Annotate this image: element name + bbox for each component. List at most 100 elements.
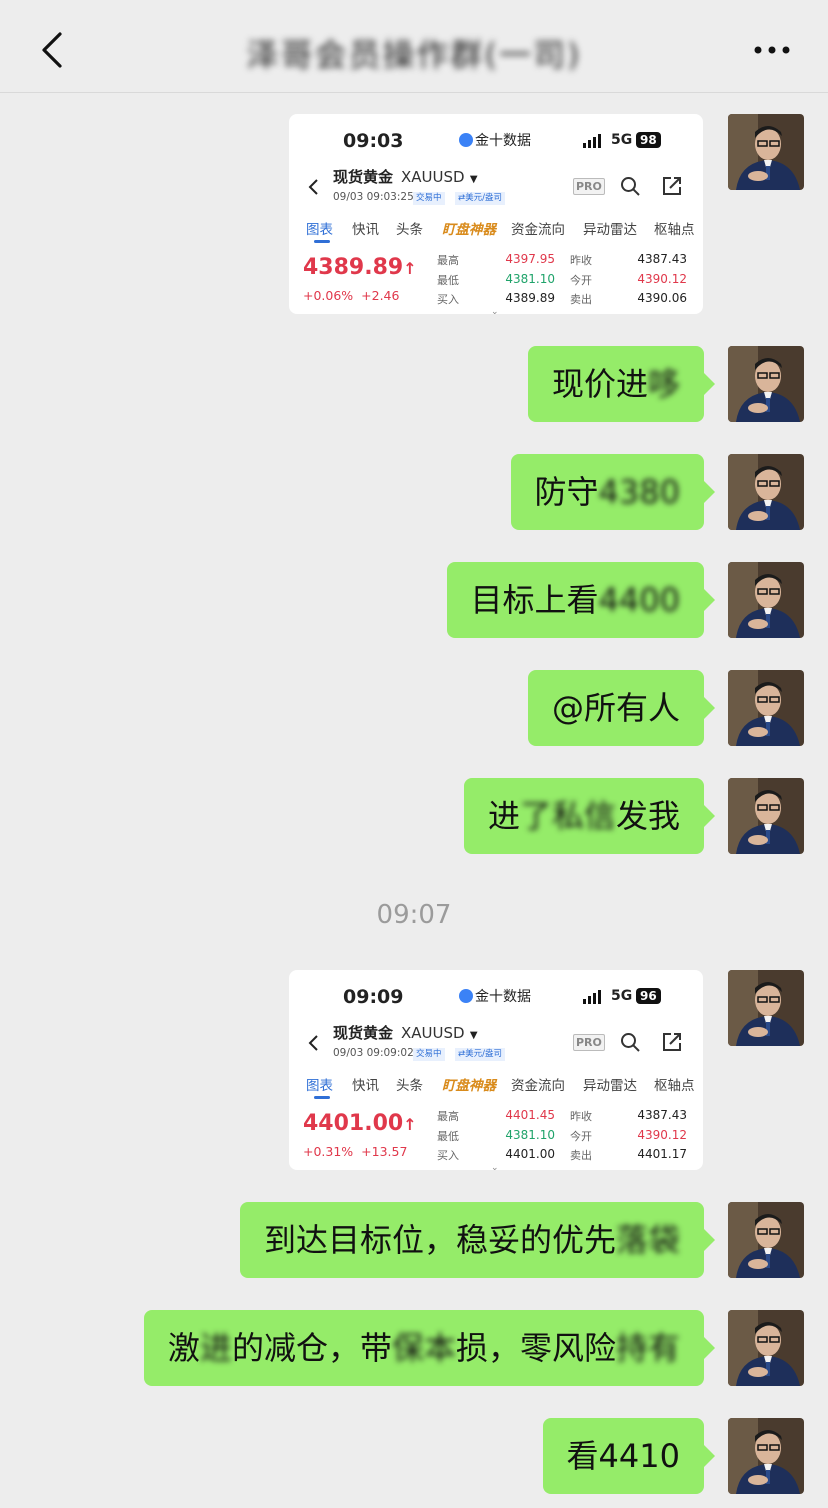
search-icon (621, 1033, 640, 1052)
message-bubble[interactable]: @所有人 (527, 670, 716, 746)
quote-datetime: 09/03 09:09:02 (333, 1047, 414, 1059)
signal-icon (583, 990, 601, 1004)
up-arrow-icon: ↑ (403, 1115, 417, 1134)
stat-label: 最高 (437, 254, 459, 267)
tab-chart: 图表 (306, 1078, 333, 1094)
price-change: +0.06% +2.46 (303, 288, 400, 303)
active-tab-underline (314, 240, 330, 243)
stat-ask: 4401.17 (637, 1147, 687, 1161)
avatar[interactable] (728, 970, 804, 1046)
stat-label: 最低 (437, 274, 459, 287)
message-bubble[interactable]: 现价进哆 (527, 346, 716, 422)
back-icon (308, 179, 318, 195)
brand-logo-icon (459, 989, 473, 1003)
avatar[interactable] (728, 1202, 804, 1278)
battery-level: 96 (636, 988, 661, 1004)
tab-chart: 图表 (306, 222, 333, 238)
message-bubble[interactable]: 进了私信发我 (463, 778, 716, 854)
tab-headlines: 头条 (396, 222, 423, 238)
stat-low: 4381.10 (505, 272, 555, 286)
stat-label: 买入 (437, 1149, 459, 1162)
avatar[interactable] (728, 1310, 804, 1386)
quote-screenshot-image[interactable]: 09:03 金十数据 5G 98 现货黄金 XAUUSD ▼ 09/03 09:0… (289, 114, 703, 314)
current-price: 4401.00↑ (303, 1111, 417, 1136)
tab-bar: 图表 快讯 头条 盯盘神器 资金流向 异动雷达 枢轴点 (289, 1074, 703, 1096)
stat-label: 昨收 (570, 1110, 592, 1123)
trading-status-badge: 交易中 (413, 192, 445, 205)
avatar[interactable] (728, 1418, 804, 1494)
tab-pivot: 枢轴点 (654, 1078, 695, 1094)
price-change: +0.31% +13.57 (303, 1144, 408, 1159)
message-bubble[interactable]: 看4410 (542, 1418, 716, 1494)
search-icon (621, 177, 640, 196)
avatar[interactable] (728, 562, 804, 638)
stat-ask: 4390.06 (637, 291, 687, 305)
pro-badge: PRO (573, 1034, 605, 1051)
currency-badge: ⇄美元/盎司 (455, 1048, 505, 1061)
stat-label: 卖出 (570, 293, 592, 306)
trading-status-badge: 交易中 (413, 1048, 445, 1061)
stat-prev-close: 4387.43 (637, 1108, 687, 1122)
stat-open: 4390.12 (637, 1128, 687, 1142)
stat-label: 最高 (437, 1110, 459, 1123)
message-bubble[interactable]: 到达目标位，稳妥的优先落袋 (239, 1202, 716, 1278)
message-bubble[interactable]: 激进的减仓，带保本损，零风险持有 (143, 1310, 716, 1386)
quote-screenshot-image[interactable]: 09:09 金十数据 5G 96 现货黄金 XAUUSD ▼ 09/03 09:0… (289, 970, 703, 1170)
more-options-icon[interactable] (752, 36, 792, 64)
stat-label: 今开 (570, 274, 592, 287)
currency-badge: ⇄美元/盎司 (455, 192, 505, 205)
instrument-name: 现货黄金 XAUUSD ▼ (333, 1024, 478, 1042)
stat-label: 卖出 (570, 1149, 592, 1162)
tab-pivot: 枢轴点 (654, 222, 695, 238)
message-bubble[interactable]: 目标上看4400 (446, 562, 716, 638)
expand-chevron-icon: ⌄ (491, 307, 499, 314)
instrument-name: 现货黄金 XAUUSD ▼ (333, 168, 478, 186)
quote-datetime: 09/03 09:03:25 (333, 191, 414, 203)
active-tab-underline (314, 1096, 330, 1099)
status-time: 09:03 (343, 130, 404, 152)
tab-fund-flow: 资金流向 (511, 1078, 565, 1094)
stat-low: 4381.10 (505, 1128, 555, 1142)
tab-watch-tool: 盯盘神器 (442, 222, 496, 238)
status-time: 09:09 (343, 986, 404, 1008)
stat-open: 4390.12 (637, 272, 687, 286)
tab-radar: 异动雷达 (583, 222, 637, 238)
stat-label: 昨收 (570, 254, 592, 267)
tab-fund-flow: 资金流向 (511, 222, 565, 238)
avatar[interactable] (728, 114, 804, 190)
message-bubble[interactable]: 防守4380 (510, 454, 716, 530)
caret-down-icon: ▼ (469, 174, 478, 185)
current-price: 4389.89↑ (303, 255, 417, 280)
back-icon (308, 1035, 318, 1051)
stat-bid: 4389.89 (505, 291, 555, 305)
stat-label: 今开 (570, 1130, 592, 1143)
share-icon (663, 1033, 681, 1051)
avatar[interactable] (728, 454, 804, 530)
stat-prev-close: 4387.43 (637, 252, 687, 266)
stat-high: 4397.95 (505, 252, 555, 266)
tab-radar: 异动雷达 (583, 1078, 637, 1094)
network-type: 5G (611, 132, 633, 148)
chat-header: 泽哥会员操作群(一司) (0, 0, 828, 93)
app-brand: 金十数据 (459, 130, 531, 150)
avatar[interactable] (728, 346, 804, 422)
network-type: 5G (611, 988, 633, 1004)
signal-icon (583, 134, 601, 148)
tab-bar: 图表 快讯 头条 盯盘神器 资金流向 异动雷达 枢轴点 (289, 218, 703, 240)
app-brand: 金十数据 (459, 986, 531, 1006)
expand-chevron-icon: ⌄ (491, 1163, 499, 1170)
battery-level: 98 (636, 132, 661, 148)
stat-high: 4401.45 (505, 1108, 555, 1122)
pro-badge: PRO (573, 178, 605, 195)
share-icon (663, 177, 681, 195)
stat-label: 买入 (437, 293, 459, 306)
stat-bid: 4401.00 (505, 1147, 555, 1161)
tab-watch-tool: 盯盘神器 (442, 1078, 496, 1094)
avatar[interactable] (728, 670, 804, 746)
chat-title: 泽哥会员操作群(一司) (246, 36, 582, 74)
tab-news: 快讯 (352, 222, 379, 238)
stat-label: 最低 (437, 1130, 459, 1143)
avatar[interactable] (728, 778, 804, 854)
brand-logo-icon (459, 133, 473, 147)
chat-timestamp: 09:07 (376, 900, 452, 930)
